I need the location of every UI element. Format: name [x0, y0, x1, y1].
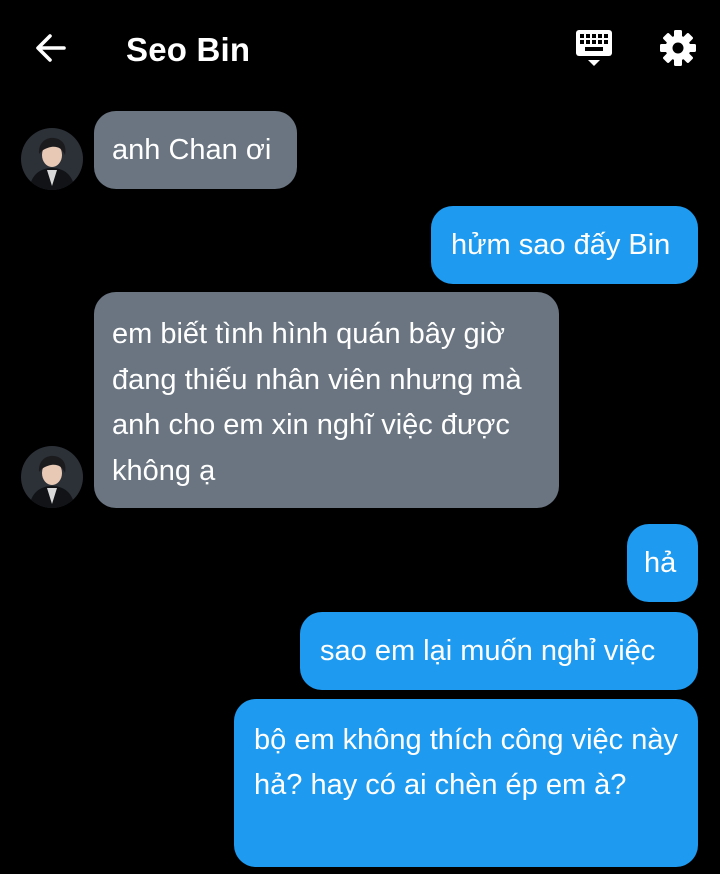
avatar-image: [21, 128, 83, 190]
keyboard-button[interactable]: [574, 28, 614, 70]
avatar-image: [21, 446, 83, 508]
message-bubble-incoming: em biết tình hình quán bây giờ đang thiế…: [94, 292, 559, 508]
message-text: sao em lại muốn nghỉ việc: [320, 635, 656, 667]
message-text: bộ em không thích công việc này hả? hay …: [254, 724, 678, 801]
message-text: hửm sao đấy Bin: [451, 229, 671, 261]
avatar[interactable]: [21, 128, 83, 190]
chat-header: Seo Bin: [0, 0, 720, 100]
keyboard-icon: [576, 30, 612, 66]
settings-button[interactable]: [658, 28, 698, 68]
arrow-left-icon: [36, 34, 66, 62]
message-bubble-outgoing: hửm sao đấy Bin: [431, 206, 698, 284]
back-button[interactable]: [30, 28, 70, 68]
message-text: em biết tình hình quán bây giờ đang thiế…: [112, 318, 522, 487]
message-text: hả: [644, 547, 677, 579]
gear-icon: [660, 30, 696, 66]
message-bubble-outgoing: hả: [627, 524, 698, 602]
message-bubble-outgoing: sao em lại muốn nghỉ việc: [300, 612, 698, 690]
message-bubble-outgoing: bộ em không thích công việc này hả? hay …: [234, 699, 698, 867]
avatar[interactable]: [21, 446, 83, 508]
message-bubble-incoming: anh Chan ơi: [94, 111, 297, 189]
contact-name-title: Seo Bin: [126, 31, 251, 68]
message-text: anh Chan ơi: [112, 134, 272, 166]
